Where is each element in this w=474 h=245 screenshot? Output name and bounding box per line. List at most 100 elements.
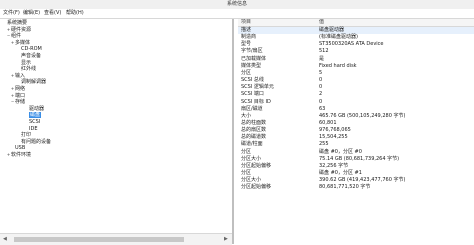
tree-item[interactable]: 系统摘要: [2, 20, 27, 27]
details-pane: 项目 值 描述 磁盘驱动器 制造商 (标准磁盘驱动器) 型号 ST3500320AS AT…: [238, 19, 474, 244]
scroll-right-icon[interactable]: ▶: [224, 236, 228, 242]
tree-item-label: SCSI: [29, 119, 41, 125]
table-row[interactable]: 型号 ST3500320AS ATA Device: [238, 41, 474, 48]
table-row[interactable]: 大小 465.76 GB (500,105,249,280 字节): [238, 113, 474, 120]
tree-item[interactable]: SCSI: [24, 119, 40, 126]
property-name: 磁道/柱面: [241, 141, 263, 148]
tree-item[interactable]: CD-ROM: [16, 46, 42, 53]
tree-item[interactable]: +多媒体: [10, 40, 30, 47]
scrollbar-thumb[interactable]: [14, 237, 184, 242]
property-value: 255: [319, 141, 329, 148]
category-tree[interactable]: 系统摘要 +硬件资源 −组件 +多媒体 CD-ROM 声音设备 显示 红外线 +输入 调制解调器 +…: [0, 19, 234, 244]
property-name: 分区起始偏移: [241, 184, 272, 191]
tree-item-label: 磁盘: [29, 112, 42, 119]
property-name: 已加载媒体: [241, 55, 267, 62]
table-row[interactable]: SCSI 逻辑单元 0: [238, 84, 474, 91]
property-value: Fixed hard disk: [319, 62, 357, 69]
tree-item-label: 多媒体: [15, 39, 31, 46]
table-row[interactable]: 分区起始偏移 80,681,771,520 字节: [238, 184, 474, 191]
property-name: 分区起始偏移: [241, 162, 272, 169]
tree-item-label: 系统摘要: [7, 20, 28, 26]
tree-item[interactable]: +网络: [10, 86, 25, 93]
tree-item[interactable]: 红外线: [16, 66, 36, 73]
table-row[interactable]: 总的柱面数 60,801: [238, 120, 474, 127]
table-row[interactable]: 分区 5: [238, 70, 474, 77]
tree-item-label: 软件环境: [11, 152, 32, 158]
tree-item-label: 输入: [15, 72, 26, 79]
table-row[interactable]: 扇区/磁道 63: [238, 106, 474, 113]
tree-item-label: 声音设备: [21, 53, 42, 59]
tree-item-label: 有问题的设备: [21, 138, 52, 145]
property-name: 分区大小: [241, 155, 262, 162]
table-row[interactable]: 已加载媒体 是: [238, 56, 474, 63]
tree-item-label: USB: [15, 145, 26, 152]
property-value: 976,768,065: [319, 127, 351, 134]
property-name: 分区: [241, 69, 252, 76]
menu-view[interactable]: 查看(V): [44, 9, 61, 18]
tree-item[interactable]: 调制解调器: [16, 79, 46, 86]
property-value: 80,681,771,520 字节: [319, 184, 371, 191]
property-name: SCSI 端口: [241, 91, 264, 98]
table-row[interactable]: 总的扇区数 976,768,065: [238, 127, 474, 134]
tree-item-label: 硬件资源: [11, 26, 32, 33]
property-value: 15,504,255: [319, 134, 348, 141]
tree-item[interactable]: +软件环境: [6, 152, 31, 159]
property-value: 0: [319, 84, 323, 91]
tree-item[interactable]: −组件: [6, 33, 21, 40]
tree-item-label: 驱动器: [29, 105, 45, 112]
property-value: 75.14 GB (80,681,739,264 字节): [319, 155, 400, 162]
property-value: 60,801: [319, 119, 337, 126]
table-row[interactable]: 分区大小 75.14 GB (80,681,739,264 字节): [238, 156, 474, 163]
tree-item-label: CD-ROM: [21, 46, 42, 53]
property-value: 0: [319, 77, 323, 84]
tree-item[interactable]: −存储: [10, 99, 25, 106]
table-row[interactable]: 磁道/柱面 255: [238, 141, 474, 148]
property-value: 465.76 GB (500,105,249,280 字节): [319, 112, 406, 119]
tree-item-label: 调制解调器: [21, 79, 47, 86]
window-title: 系统信息: [226, 1, 247, 7]
menu-bar: 文件(F) 编辑(E) 查看(V) 帮助(H): [0, 9, 474, 19]
tree-item[interactable]: 磁盘: [24, 112, 42, 119]
scroll-left-icon[interactable]: ◀: [3, 236, 7, 242]
table-row[interactable]: 分区起始偏移 32,256 字节: [238, 163, 474, 170]
tree-item[interactable]: 有问题的设备: [16, 139, 51, 146]
tree-item[interactable]: 打印: [16, 132, 31, 139]
property-value: 63: [319, 105, 326, 112]
property-value: 0: [319, 98, 323, 105]
column-header-item[interactable]: 项目: [241, 19, 251, 26]
tree-item-label: 组件: [11, 33, 22, 40]
property-name: 分区: [241, 148, 252, 155]
property-value: (标准磁盘驱动器): [319, 34, 358, 41]
table-row[interactable]: 分区 磁盘 #0，分区 #0: [238, 149, 474, 156]
table-row[interactable]: SCSI 目标 ID 0: [238, 99, 474, 106]
table-row[interactable]: 总的磁道数 15,504,255: [238, 134, 474, 141]
menu-file[interactable]: 文件(F): [3, 9, 20, 18]
tree-item-label: IDE: [29, 125, 38, 132]
property-value: 2: [319, 91, 323, 98]
property-name: 大小: [241, 112, 252, 119]
property-value: 磁盘 #0，分区 #0: [319, 148, 362, 155]
property-value: 是: [319, 55, 325, 62]
tree-item-label: 红外线: [21, 66, 37, 73]
tree-item-label: 存储: [15, 99, 26, 106]
tree-item[interactable]: USB: [10, 145, 25, 152]
property-value: 512: [319, 48, 329, 55]
property-name: 扇区/磁道: [241, 105, 263, 112]
horizontal-scrollbar[interactable]: ◀ ▶: [0, 233, 232, 245]
property-name: SCSI 目标 ID: [241, 98, 271, 105]
property-value: 5: [319, 69, 323, 76]
menu-edit[interactable]: 编辑(E): [23, 9, 40, 18]
tree-item-label: 端口: [15, 92, 26, 99]
column-header-value[interactable]: 值: [319, 19, 324, 26]
table-row[interactable]: 制造商 (标准磁盘驱动器): [238, 34, 474, 41]
table-row[interactable]: 字节/扇区 512: [238, 48, 474, 55]
table-row[interactable]: SCSI 端口 2: [238, 91, 474, 98]
property-value: 32,256 字节: [319, 162, 349, 169]
table-row[interactable]: 媒体类型 Fixed hard disk: [238, 63, 474, 70]
menu-help[interactable]: 帮助(H): [66, 9, 84, 18]
tree-item-label: 显示: [21, 59, 32, 66]
property-value: ST3500320AS ATA Device: [319, 41, 384, 48]
tree-item[interactable]: 声音设备: [16, 53, 41, 60]
tree-item-label: 打印: [21, 132, 32, 139]
property-name: 媒体类型: [241, 62, 262, 69]
